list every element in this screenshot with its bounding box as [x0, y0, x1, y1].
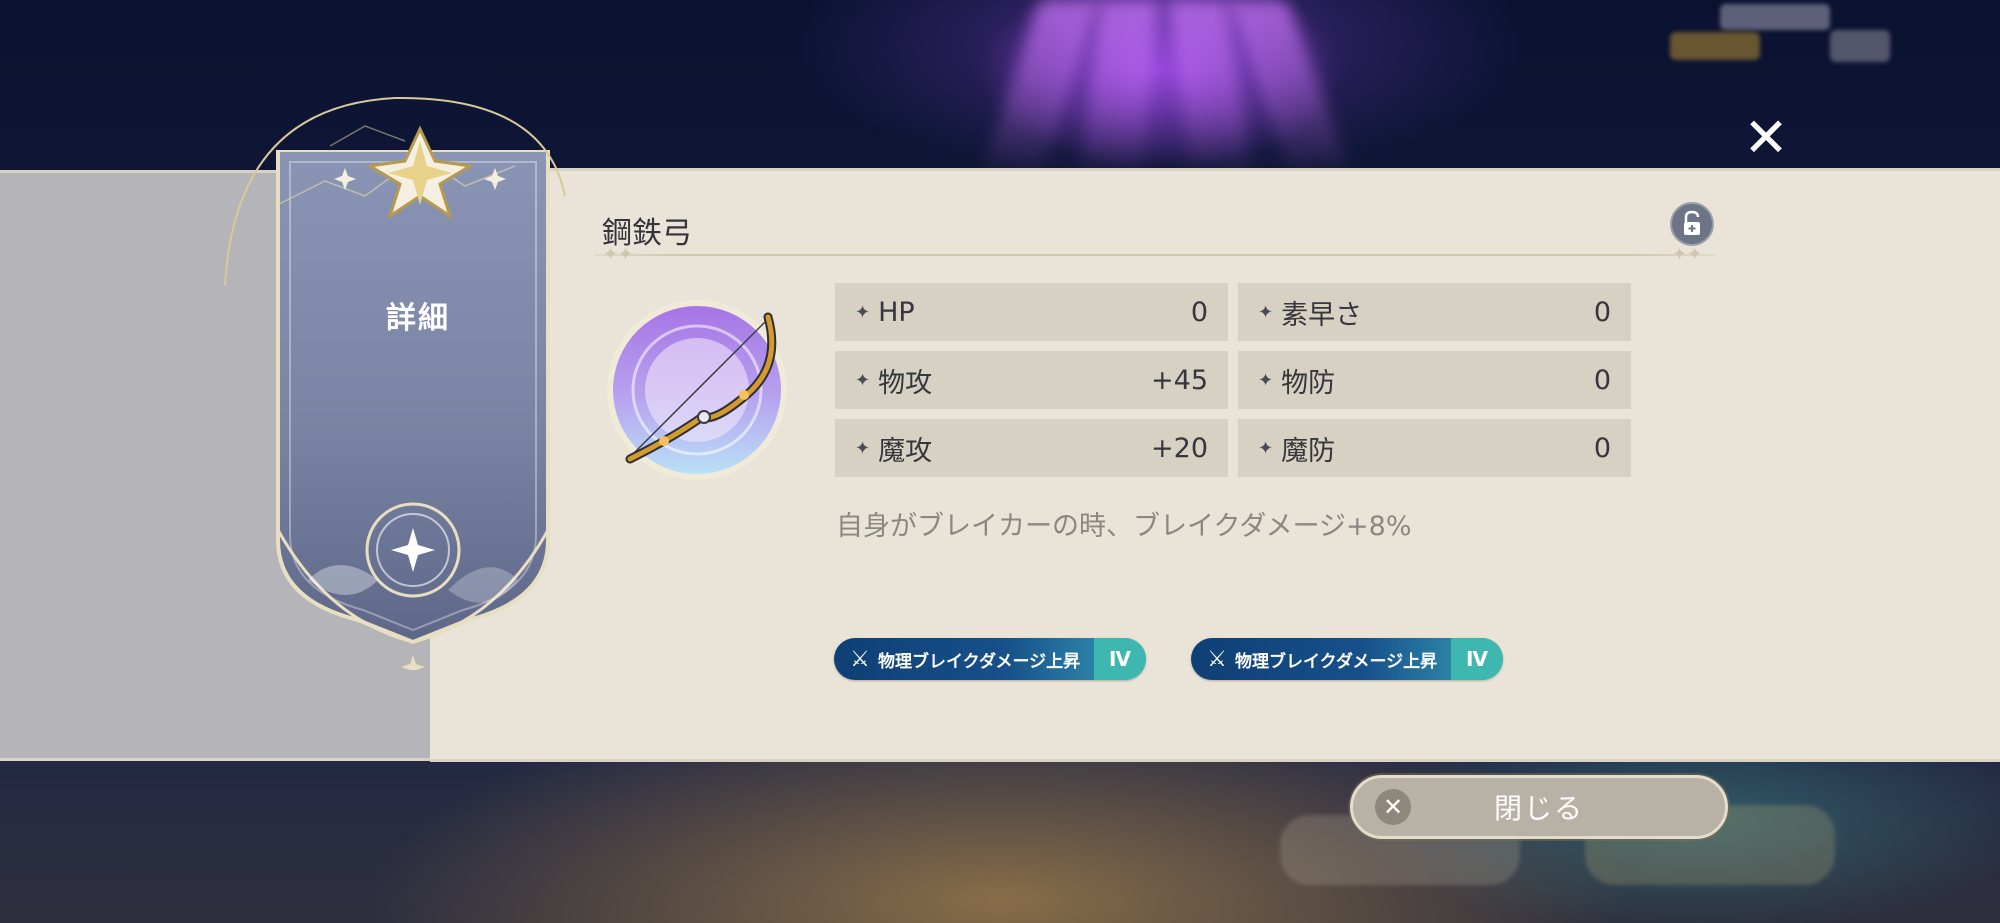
sword-skill-icon: ⚔	[1207, 646, 1227, 672]
title-divider	[594, 254, 1716, 256]
stat-label: 魔攻	[878, 435, 933, 467]
stat-magic-defense: ✦ 魔防 0	[1238, 419, 1631, 477]
sparkle-icon: ✦	[1258, 301, 1274, 323]
stat-label: HP	[878, 296, 915, 328]
stat-label: 物攻	[878, 367, 933, 399]
stat-label: 魔防	[1281, 435, 1336, 467]
sparkle-icon: ✦	[855, 437, 871, 459]
lock-toggle-button[interactable]	[1670, 202, 1714, 246]
item-effect-text: 自身がブレイカーの時、ブレイクダメージ+8%	[836, 511, 1412, 542]
weapon-icon	[607, 300, 787, 480]
sparkle-icon: ✦	[1258, 437, 1274, 459]
skill-badge[interactable]: ⚔ 物理ブレイクダメージ上昇 Ⅳ	[834, 638, 1146, 680]
divider-sparkle-icon: ✦✦	[603, 244, 634, 265]
constellation-ornament	[224, 96, 566, 286]
stat-label: 物防	[1281, 367, 1336, 399]
banner-label: 詳細	[386, 301, 450, 336]
stat-value: 0	[1593, 432, 1611, 464]
sparkle-icon: ✦	[855, 369, 871, 391]
background-hud-chip	[1670, 32, 1760, 60]
stat-magic-attack: ✦ 魔攻 +20	[835, 419, 1228, 477]
background-hud-chip	[1720, 4, 1830, 30]
close-button[interactable]: ✕ 閉じる	[1350, 775, 1728, 839]
stat-speed: ✦ 素早さ 0	[1238, 283, 1631, 341]
skill-label: 物理ブレイクダメージ上昇	[1235, 651, 1438, 672]
stat-value: 0	[1593, 364, 1611, 396]
background-hud-chip	[1830, 30, 1890, 62]
stat-label: 素早さ	[1281, 299, 1363, 331]
sword-skill-icon: ⚔	[850, 646, 870, 672]
stat-physical-attack: ✦ 物攻 +45	[835, 351, 1228, 409]
stat-value: +45	[1151, 364, 1208, 396]
sparkle-icon: ✦	[855, 301, 871, 323]
stat-hp: ✦ HP 0	[835, 283, 1228, 341]
stat-value: +20	[1151, 432, 1208, 464]
stat-value: 0	[1190, 296, 1208, 328]
close-icon[interactable]: ✕	[1738, 110, 1794, 166]
skill-badge[interactable]: ⚔ 物理ブレイクダメージ上昇 Ⅳ	[1191, 638, 1503, 680]
sparkle-icon: ✦	[1258, 369, 1274, 391]
skill-label: 物理ブレイクダメージ上昇	[878, 651, 1081, 672]
skill-level: Ⅳ	[1451, 638, 1503, 680]
skill-level: Ⅳ	[1094, 638, 1146, 680]
stat-value: 0	[1593, 296, 1611, 328]
close-button-label: 閉じる	[1493, 792, 1584, 825]
stat-physical-defense: ✦ 物防 0	[1238, 351, 1631, 409]
unlock-icon	[1684, 210, 1700, 235]
